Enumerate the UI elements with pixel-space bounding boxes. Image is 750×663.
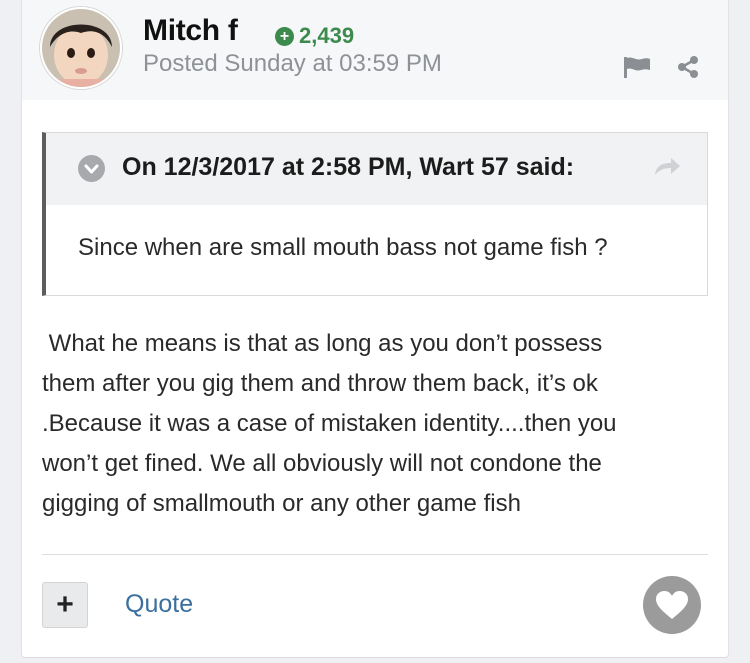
post-body-line: What he means is that as long as you don… xyxy=(42,330,603,357)
multi-quote-plus-button[interactable]: + xyxy=(42,582,88,628)
quote-block: On 12/3/2017 at 2:58 PM, Wart 57 said: S… xyxy=(42,132,708,296)
post-body: What he means is that as long as you don… xyxy=(42,324,718,524)
reputation-badge[interactable]: + 2,439 xyxy=(275,23,354,49)
heart-icon xyxy=(656,591,688,619)
quote-header: On 12/3/2017 at 2:58 PM, Wart 57 said: xyxy=(46,133,707,205)
author-name[interactable]: Mitch f xyxy=(143,14,238,48)
post-body-line: gigging of smallmouth or any other game … xyxy=(42,490,521,517)
divider xyxy=(42,554,708,555)
quote-text: Since when are small mouth bass not game… xyxy=(78,234,608,261)
avatar[interactable] xyxy=(40,7,122,89)
chevron-down-icon[interactable] xyxy=(78,155,105,182)
plus-circle-icon: + xyxy=(275,26,294,46)
post-timestamp[interactable]: Posted Sunday at 03:59 PM xyxy=(143,50,442,78)
quote-button[interactable]: Quote xyxy=(125,590,193,619)
like-button[interactable] xyxy=(643,576,701,634)
reputation-count: 2,439 xyxy=(299,23,355,48)
share-icon[interactable] xyxy=(676,55,700,79)
post-card: Mitch f + 2,439 Posted Sunday at 03:59 P… xyxy=(21,0,729,658)
post-body-line: them after you gig them and throw them b… xyxy=(42,370,598,397)
arrow-forward-icon[interactable] xyxy=(652,155,682,179)
post-body-line: won’t get fined. We all obviously will n… xyxy=(42,450,602,477)
quote-citation: On 12/3/2017 at 2:58 PM, Wart 57 said: xyxy=(122,153,575,181)
post-header: Mitch f + 2,439 Posted Sunday at 03:59 P… xyxy=(22,0,728,100)
post-body-line: .Because it was a case of mistaken ident… xyxy=(42,410,617,437)
flag-icon[interactable] xyxy=(622,56,652,78)
